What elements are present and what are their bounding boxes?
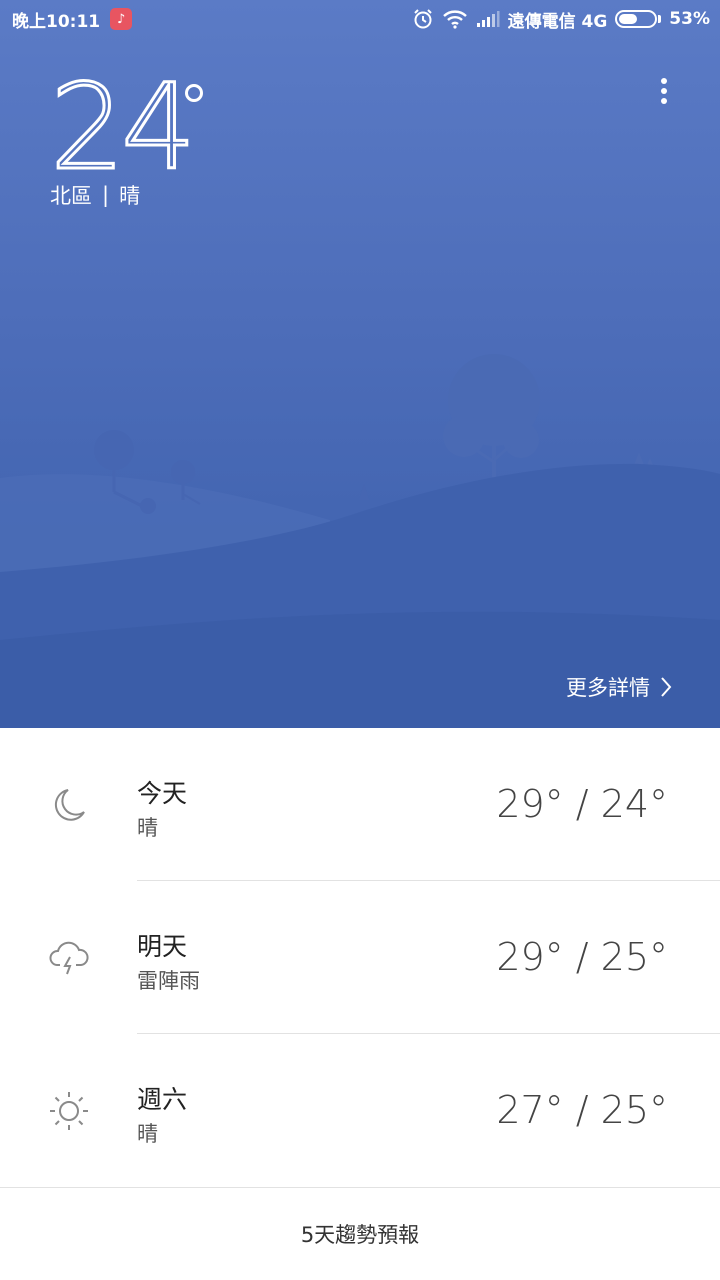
five-day-trend-label: 5天趨勢預報	[300, 1223, 420, 1247]
moon-icon	[54, 789, 85, 821]
signal-icon	[476, 11, 500, 27]
forecast-day: 明天	[137, 932, 188, 961]
wifi-icon	[442, 10, 467, 29]
battery-percent: 53%	[669, 9, 710, 29]
five-day-trend-button[interactable]: 5天趨勢預報	[0, 1187, 720, 1280]
forecast-list: 今天 晴 29° / 24° 明天 雷陣雨 29° / 25° 週六 晴 27°…	[0, 728, 720, 1187]
forecast-row-saturday[interactable]: 週六 晴 27° / 25°	[0, 1034, 720, 1187]
forecast-day: 週六	[137, 1085, 188, 1114]
current-temperature: 24	[48, 58, 203, 196]
current-condition: 晴	[119, 184, 141, 208]
forecast-temp-range: 29° / 25°	[496, 935, 668, 979]
forecast-condition: 晴	[137, 1122, 158, 1146]
battery-icon	[615, 10, 662, 28]
music-app-icon: ♪	[110, 8, 133, 30]
status-bar: 晚上10:11 ♪ 遠傳電信 4G 53%	[0, 0, 720, 38]
forecast-temp-range: 27° / 25°	[496, 1088, 668, 1132]
degree-symbol-icon	[185, 84, 203, 102]
weather-hero: 晚上10:11 ♪ 遠傳電信 4G 53% 24 北區 | 晴 更多詳情	[0, 0, 720, 728]
location-condition[interactable]: 北區 | 晴	[50, 180, 140, 210]
forecast-row-today[interactable]: 今天 晴 29° / 24°	[0, 728, 720, 881]
current-temp-value: 24	[48, 58, 197, 196]
forecast-condition: 雷陣雨	[137, 969, 200, 993]
battery-level	[619, 14, 638, 24]
forecast-temp-range: 29° / 24°	[496, 782, 668, 826]
more-options-icon[interactable]	[652, 76, 676, 106]
forecast-day: 今天	[137, 779, 188, 808]
sun-icon	[50, 1092, 88, 1130]
chevron-right-icon	[661, 677, 672, 697]
status-time: 晚上10:11	[12, 11, 101, 32]
thunderstorm-icon	[49, 941, 89, 975]
forecast-row-tomorrow[interactable]: 明天 雷陣雨 29° / 25°	[0, 881, 720, 1034]
location-separator: |	[102, 183, 110, 207]
more-details-label: 更多詳情	[566, 676, 650, 700]
location-name: 北區	[50, 184, 92, 208]
alarm-icon	[413, 9, 432, 29]
more-details-link[interactable]: 更多詳情	[566, 672, 672, 702]
carrier-label: 遠傳電信 4G	[507, 11, 608, 32]
forecast-condition: 晴	[137, 816, 158, 840]
